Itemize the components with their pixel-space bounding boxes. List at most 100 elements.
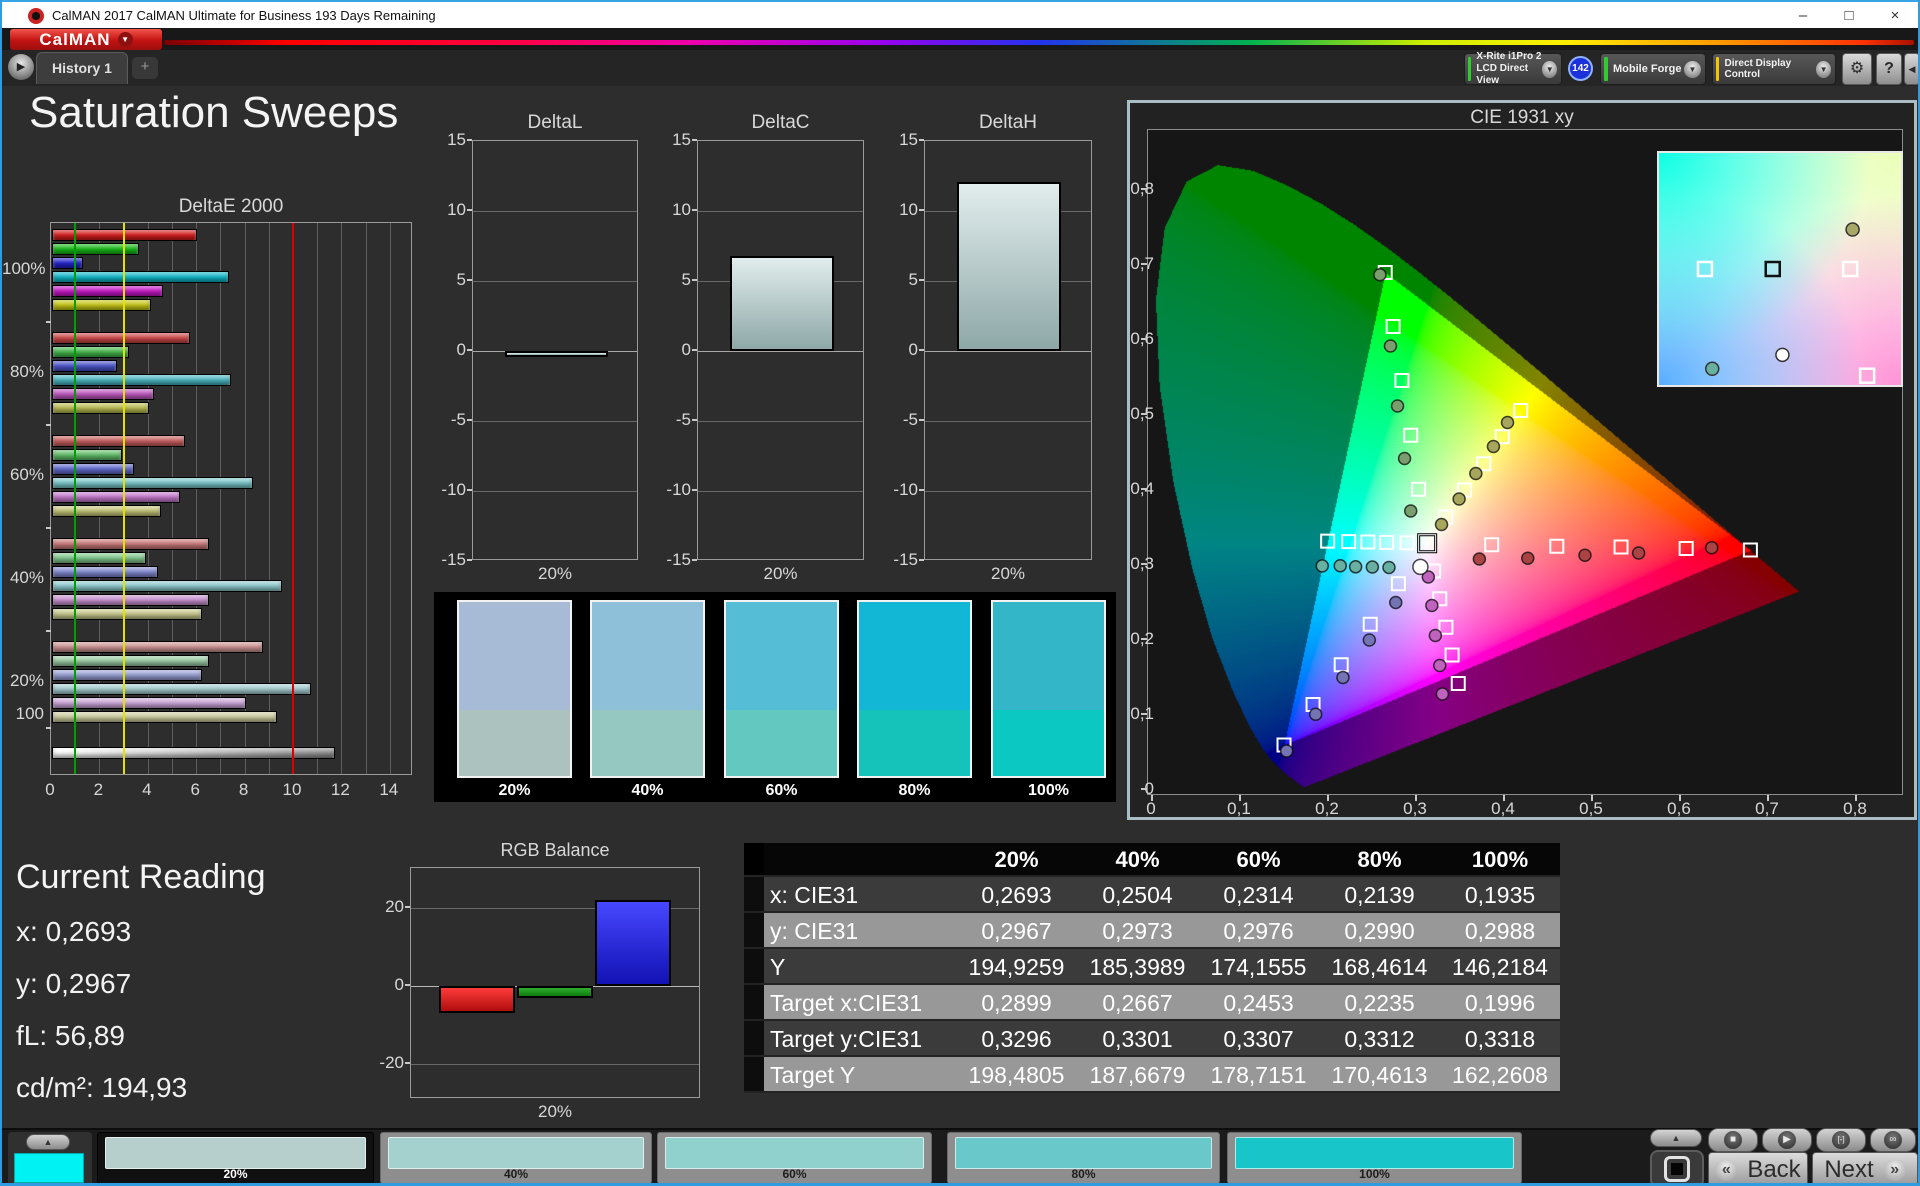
rgb-gridline — [411, 1064, 699, 1065]
swatch-column-label: 100% — [991, 782, 1106, 800]
cie-x-tick-label: 0,3 — [1395, 799, 1435, 819]
patch-button-80%[interactable]: 80% — [947, 1132, 1220, 1184]
close-button[interactable]: × — [1872, 2, 1918, 30]
minimize-button[interactable]: – — [1780, 2, 1826, 30]
deltae-group-label: 80% — [2, 362, 44, 382]
help-button[interactable]: ? — [1876, 53, 1902, 85]
table-cell: 0,2973 — [1077, 913, 1198, 947]
play-button[interactable]: ▶ — [1762, 1128, 1812, 1152]
calman-window: CalMAN 2017 CalMAN Ultimate for Business… — [0, 0, 1920, 1186]
actual-swatch — [859, 602, 970, 710]
next-button[interactable]: Next » — [1812, 1152, 1918, 1186]
patch-swatch — [665, 1137, 924, 1169]
cie-measured-cyan — [1383, 561, 1395, 573]
back-label: Back — [1747, 1156, 1800, 1184]
continuous-measure-button[interactable]: ∞ — [1870, 1128, 1916, 1152]
delta-y-tick — [467, 279, 472, 281]
table-cell: 0,3318 — [1440, 1021, 1560, 1055]
delta-y-tick — [919, 489, 924, 491]
cie-y-tick-label: 0,2 — [1116, 629, 1154, 649]
single-measure-button[interactable]: [-] — [1816, 1128, 1866, 1152]
delta-gridline — [698, 421, 863, 422]
actual-swatch — [459, 602, 570, 710]
rgb-bar-blue — [595, 900, 671, 986]
cie-1931-panel: CIE 1931 xy 00,10,20,30,40,50,60,70,800,… — [1127, 100, 1917, 820]
table-cell: 0,3296 — [956, 1021, 1077, 1055]
collapse-panel-button[interactable]: ◀ — [1904, 53, 1920, 85]
cie-measured-magenta — [1429, 630, 1441, 642]
delta-y-tick-label: 10 — [653, 200, 691, 220]
pattern-window-icon — [1664, 1156, 1690, 1182]
cie-chart-title: CIE 1931 xy — [1130, 107, 1914, 129]
page-title: Saturation Sweeps — [29, 88, 398, 138]
reading-cdm2: cd/m²: 194,93 — [16, 1072, 187, 1104]
tab-history-1[interactable]: History 1 — [36, 52, 128, 84]
table-cell: 0,2139 — [1319, 877, 1440, 911]
delta-gridline — [473, 281, 637, 282]
deltae-chart-plot — [50, 222, 412, 775]
table-cell: 0,2453 — [1198, 985, 1319, 1019]
actual-swatch — [993, 602, 1104, 710]
deltae-axis-tick — [46, 727, 51, 729]
add-tab-button[interactable]: + — [132, 57, 158, 79]
cie-y-tick — [1141, 263, 1147, 265]
actual-swatch — [592, 602, 703, 710]
table-cell: 187,6679 — [1077, 1057, 1198, 1091]
table-row: Target Y198,4805187,6679178,7151170,4613… — [744, 1057, 1560, 1093]
deltae-x-tick-label: 4 — [132, 780, 162, 800]
display-control-dropdown[interactable]: Direct Display Control ▼ — [1712, 53, 1836, 85]
pattern-window-button[interactable] — [1650, 1150, 1704, 1186]
deltae-reference-line — [74, 223, 76, 774]
stop-button[interactable]: ■ — [1708, 1128, 1758, 1152]
results-table: 20%40%60%80%100%x: CIE310,26930,25040,23… — [744, 843, 1560, 1093]
source-dropdown[interactable]: Mobile Forge ▼ — [1600, 53, 1706, 85]
cie-measured-red — [1633, 547, 1645, 559]
rgb-bar-red — [439, 986, 515, 1013]
collapse-transport-button[interactable]: ▲ — [1650, 1129, 1702, 1147]
patch-label: 80% — [948, 1167, 1219, 1181]
chevron-down-icon: ▼ — [1542, 61, 1557, 78]
cie-target-cyan — [1342, 535, 1355, 548]
settings-button[interactable]: ⚙ — [1842, 53, 1872, 85]
cie-y-tick-label: 0,5 — [1116, 404, 1154, 424]
patch-swatch — [955, 1137, 1212, 1169]
chevron-up-icon: ▲ — [1672, 1133, 1681, 1143]
rgb-balance-x-label: 20% — [410, 1102, 700, 1122]
cie-x-tick-label: 0,6 — [1659, 799, 1699, 819]
patch-button-40%[interactable]: 40% — [380, 1132, 652, 1184]
stop-icon: ■ — [1724, 1131, 1742, 1149]
collapse-preview-button[interactable]: ▲ — [26, 1134, 70, 1150]
table-row-gutter — [744, 985, 764, 1019]
delta-y-tick-label: 0 — [428, 340, 466, 360]
inset-target-square — [1843, 262, 1857, 276]
swatch-column — [457, 600, 572, 778]
table-cell: 0,2967 — [956, 913, 1077, 947]
meter-count-badge[interactable]: 142 — [1568, 56, 1593, 81]
chevron-down-icon: ▼ — [118, 32, 133, 47]
delta-y-tick — [692, 489, 697, 491]
display-control-name: Direct Display Control — [1724, 58, 1816, 80]
swatch-column — [991, 600, 1106, 778]
deltae-gridline — [390, 223, 391, 774]
cie-y-tick — [1141, 713, 1147, 715]
calman-logo-button[interactable]: CalMAN ▼ — [10, 29, 162, 50]
table-cell: 0,2899 — [956, 985, 1077, 1019]
cie-y-tick-label: 0,7 — [1116, 254, 1154, 274]
cie-x-tick — [1327, 795, 1329, 801]
back-button[interactable]: « Back — [1708, 1152, 1808, 1186]
deltah-title: DeltaH — [924, 112, 1092, 134]
delta-y-tick-label: 10 — [428, 200, 466, 220]
deltae-bar — [52, 711, 277, 723]
patch-button-60%[interactable]: 60% — [657, 1132, 932, 1184]
patch-button-100%[interactable]: 100% — [1227, 1132, 1522, 1184]
deltae-bar — [52, 477, 253, 489]
cie-measured-cyan — [1350, 561, 1362, 573]
tab-scroll-button[interactable]: ▶ — [8, 54, 34, 80]
table-col-header: 40% — [1077, 843, 1198, 875]
meter-mode: LCD Direct View — [1476, 63, 1542, 87]
maximize-button[interactable]: □ — [1826, 2, 1872, 30]
meter-dropdown[interactable]: X-Rite i1Pro 2 LCD Direct View ▼ — [1464, 53, 1562, 85]
target-swatch — [859, 710, 970, 776]
logo-bar: CalMAN ▼ — [2, 28, 1918, 50]
patch-button-20%[interactable]: 20% — [97, 1132, 374, 1184]
